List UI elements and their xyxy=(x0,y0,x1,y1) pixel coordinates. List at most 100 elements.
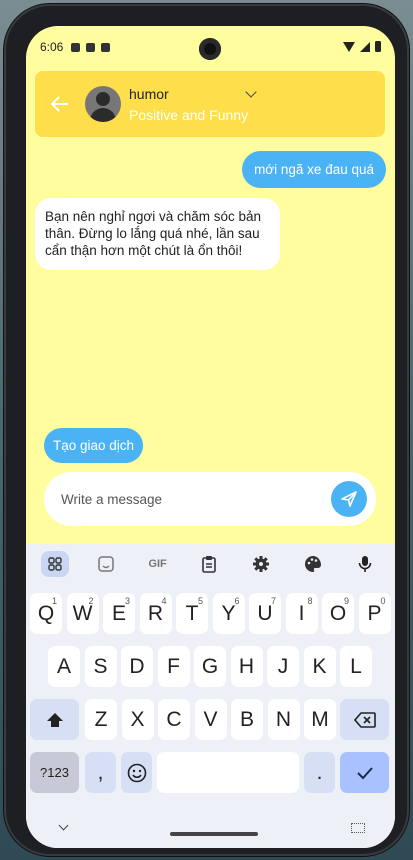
navigation-bar xyxy=(26,812,395,848)
key-l[interactable]: L xyxy=(340,646,372,687)
period-key[interactable]: . xyxy=(304,752,335,793)
key-row-1: Q1W2E3R4T5Y6U7I8O9P0 xyxy=(26,593,395,634)
back-button[interactable] xyxy=(38,82,82,126)
key-n[interactable]: N xyxy=(267,699,300,740)
key-row-3: ZXCVBNM xyxy=(26,699,395,740)
key-hint: 8 xyxy=(307,596,313,606)
user-message-bubble: mới ngã xe đau quá xyxy=(242,151,386,188)
key-m[interactable]: M xyxy=(304,699,336,740)
soft-keyboard: GIF Q1W2E3R4T5Y6U7I8O9P0 ASDFGHJKL Z X C… xyxy=(26,544,395,848)
key-p[interactable]: P0 xyxy=(358,593,391,634)
key-label: H xyxy=(238,654,255,678)
key-x[interactable]: X xyxy=(121,699,154,740)
gif-button[interactable]: GIF xyxy=(143,551,173,577)
key-d[interactable]: D xyxy=(121,646,153,687)
key-label: Y xyxy=(221,601,236,625)
key-label: B xyxy=(239,707,254,731)
sd-card-icon xyxy=(101,42,111,52)
key-label: X xyxy=(130,707,145,731)
keyboard-switch-icon[interactable] xyxy=(351,823,365,833)
arrow-left-icon xyxy=(51,96,68,112)
key-label: C xyxy=(166,707,182,731)
backspace-icon xyxy=(353,711,376,728)
palette-icon[interactable] xyxy=(298,551,328,577)
key-a[interactable]: A xyxy=(48,646,80,687)
key-label: M xyxy=(311,707,329,731)
key-hint: 6 xyxy=(234,596,240,606)
key-e[interactable]: E3 xyxy=(103,593,135,634)
front-camera xyxy=(199,38,221,60)
key-label: F xyxy=(167,654,180,678)
message-composer xyxy=(44,472,376,526)
key-i[interactable]: I8 xyxy=(285,593,318,634)
key-hint: 9 xyxy=(343,596,349,606)
signal-icon xyxy=(360,41,370,52)
mic-icon[interactable] xyxy=(350,551,380,577)
phone-frame: 6:06 humor Positive and Funny mới ngã xe… xyxy=(4,4,409,856)
text-icon xyxy=(86,42,96,52)
key-row-2: ASDFGHJKL xyxy=(26,646,395,687)
shield-icon xyxy=(71,42,81,52)
key-h[interactable]: H xyxy=(230,646,263,687)
key-v[interactable]: V xyxy=(194,699,227,740)
app-screen: 6:06 humor Positive and Funny mới ngã xe… xyxy=(26,26,395,848)
key-hint: 3 xyxy=(124,596,130,606)
shift-icon xyxy=(46,712,63,727)
bot-description: Positive and Funny xyxy=(129,106,249,123)
key-f[interactable]: F xyxy=(157,646,190,687)
comma-key[interactable]: , xyxy=(85,752,116,793)
key-hint: 1 xyxy=(51,596,57,606)
key-t[interactable]: T5 xyxy=(176,593,208,634)
symbols-key[interactable]: ?123 xyxy=(30,752,79,793)
home-indicator[interactable] xyxy=(170,832,258,836)
key-y[interactable]: Y6 xyxy=(212,593,245,634)
battery-icon xyxy=(375,41,381,52)
key-label: G xyxy=(201,654,219,678)
key-r[interactable]: R4 xyxy=(139,593,172,634)
key-label: N xyxy=(275,707,292,731)
status-time: 6:06 xyxy=(40,40,64,54)
key-c[interactable]: C xyxy=(158,699,190,740)
key-label: S xyxy=(93,654,108,678)
key-hint: 2 xyxy=(88,596,94,606)
message-input[interactable] xyxy=(61,491,311,507)
check-icon xyxy=(356,766,373,779)
key-k[interactable]: K xyxy=(303,646,336,687)
shift-key[interactable] xyxy=(30,699,79,740)
key-label: Z xyxy=(94,707,108,731)
key-row-4: ?123 , . xyxy=(26,752,395,793)
clipboard-icon[interactable] xyxy=(194,551,224,577)
bot-avatar[interactable] xyxy=(85,86,121,122)
wifi-icon xyxy=(343,41,355,52)
key-w[interactable]: W2 xyxy=(66,593,99,634)
hide-keyboard-icon[interactable] xyxy=(58,820,69,831)
key-z[interactable]: Z xyxy=(85,699,117,740)
emoji-key[interactable] xyxy=(121,752,152,793)
space-key[interactable] xyxy=(157,752,299,793)
sticker-icon[interactable] xyxy=(91,551,121,577)
key-label: I xyxy=(298,601,305,625)
create-transaction-chip[interactable]: Tạo giao dịch xyxy=(44,428,144,463)
key-u[interactable]: U7 xyxy=(249,593,281,634)
emoji-icon xyxy=(127,763,146,782)
send-button[interactable] xyxy=(331,481,367,517)
gear-icon[interactable] xyxy=(246,551,276,577)
backspace-key[interactable] xyxy=(340,699,389,740)
key-o[interactable]: O9 xyxy=(322,593,354,634)
key-label: J xyxy=(277,654,289,678)
key-j[interactable]: J xyxy=(267,646,299,687)
key-label: L xyxy=(350,654,362,678)
notification-icons xyxy=(71,42,111,52)
grid-icon[interactable] xyxy=(40,551,69,577)
key-hint: 4 xyxy=(161,596,167,606)
key-s[interactable]: S xyxy=(84,646,117,687)
key-q[interactable]: Q1 xyxy=(30,593,62,634)
enter-key[interactable] xyxy=(340,752,389,793)
bot-info[interactable]: humor Positive and Funny xyxy=(129,85,257,123)
chevron-down-icon[interactable] xyxy=(245,85,257,98)
key-label: E xyxy=(111,601,126,625)
send-icon xyxy=(341,491,357,507)
key-g[interactable]: G xyxy=(194,646,226,687)
key-b[interactable]: B xyxy=(231,699,263,740)
bot-message-bubble: Bạn nên nghỉ ngơi và chăm sóc bản thân. … xyxy=(35,198,280,270)
